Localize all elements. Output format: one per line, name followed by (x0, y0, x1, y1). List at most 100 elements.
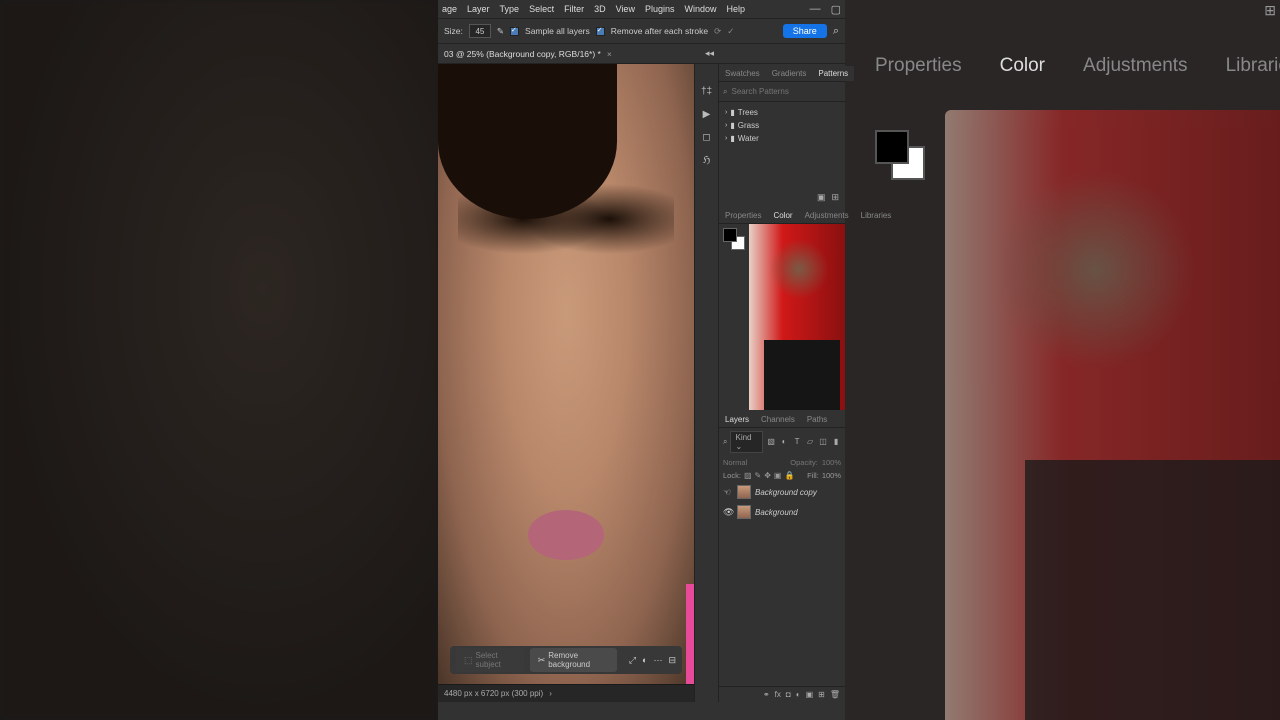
color-preview (749, 224, 845, 410)
collapse-panels-icon[interactable]: ◂◂ (705, 48, 714, 59)
scissors-icon: ✂ (538, 655, 546, 666)
remove-stroke-checkbox[interactable] (596, 27, 605, 36)
fx-icon[interactable]: fx (775, 690, 781, 699)
menu-bar: age Layer Type Select Filter 3D View Plu… (438, 0, 845, 18)
zoom-tab-libraries: Libraries (1226, 55, 1280, 77)
pressure-icon[interactable]: ⟳ (714, 26, 721, 37)
menu-layer[interactable]: Layer (467, 4, 490, 14)
status-bar: 4480 px x 6720 px (300 ppi) › (438, 684, 694, 702)
filter-type-icon[interactable]: T (792, 437, 802, 448)
brush-icon[interactable]: ✎ (497, 26, 504, 37)
menu-help[interactable]: Help (727, 4, 746, 14)
tab-properties[interactable]: Properties (719, 208, 767, 223)
fill-value[interactable]: 100% (822, 471, 841, 480)
search-patterns-icon: ⌕ (723, 87, 727, 97)
lock-label: Lock: (723, 471, 741, 480)
menu-image[interactable]: age (442, 4, 457, 14)
more-icon[interactable]: ⋯ (653, 655, 662, 666)
layer-list: ☜ Background copy 👁 Background (719, 482, 845, 686)
fill-label: Fill: (807, 471, 819, 480)
close-tab-icon[interactable]: × (607, 49, 612, 59)
group-icon[interactable]: ▣ (806, 690, 814, 699)
fg-color-swatch[interactable] (723, 228, 737, 242)
lock-all-icon[interactable]: 🔒 (784, 471, 794, 480)
folder-grass[interactable]: ›▮Grass (721, 119, 843, 132)
lock-paint-icon[interactable]: ✎ (755, 471, 762, 480)
menu-type[interactable]: Type (500, 4, 520, 14)
visibility-icon[interactable]: 👁 (723, 507, 733, 518)
remove-background-button[interactable]: ✂Remove background (530, 648, 617, 672)
dock-icon-4[interactable]: ℌ (703, 155, 711, 166)
new-folder-icon[interactable]: ▣ (817, 192, 826, 203)
sample-all-checkbox[interactable] (510, 27, 519, 36)
dock-icon-1[interactable]: †‡ (701, 86, 712, 97)
share-button[interactable]: Share (783, 24, 827, 38)
lock-transparent-icon[interactable]: ▨ (744, 471, 752, 480)
tab-paths[interactable]: Paths (801, 412, 833, 427)
menu-filter[interactable]: Filter (564, 4, 584, 14)
layer-thumbnail[interactable] (737, 505, 751, 519)
filter-shape-icon[interactable]: ▱ (805, 437, 815, 448)
filter-adjust-icon[interactable]: ◐ (779, 437, 789, 448)
patterns-panel-tabs: Swatches Gradients Patterns (719, 64, 845, 82)
menu-window[interactable]: Window (684, 4, 716, 14)
color-swatches[interactable] (723, 228, 745, 250)
zoom-tab-adjustments: Adjustments (1083, 55, 1188, 77)
visibility-icon[interactable]: ☜ (723, 487, 733, 498)
remove-stroke-label: Remove after each stroke (611, 26, 708, 36)
folder-water[interactable]: ›▮Water (721, 132, 843, 145)
tab-color[interactable]: Color (767, 208, 798, 223)
lock-artboard-icon[interactable]: ▣ (774, 471, 782, 480)
layer-row[interactable]: 👁 Background (719, 502, 845, 522)
delete-icon[interactable]: 🗑 (830, 690, 840, 699)
filter-search-icon[interactable]: ⌕ (723, 437, 727, 447)
dock-icon-2[interactable]: ▶ (703, 109, 711, 120)
tab-patterns[interactable]: Patterns (812, 66, 854, 81)
collapse-icon[interactable]: ⊟ (668, 655, 676, 666)
transform-icon[interactable]: ⤢ (629, 655, 636, 666)
menu-3d[interactable]: 3D (594, 4, 606, 14)
tab-channels[interactable]: Channels (755, 412, 801, 427)
link-layers-icon[interactable]: ⚭ (763, 690, 770, 699)
filter-pixel-icon[interactable]: ▧ (766, 437, 776, 448)
opacity-label: Opacity: (790, 458, 818, 467)
blend-mode-dropdown[interactable]: Normal (723, 458, 747, 467)
tab-libraries[interactable]: Libraries (855, 208, 898, 223)
search-patterns-input[interactable] (731, 87, 841, 96)
filter-toggle-icon[interactable]: ▮ (831, 437, 841, 448)
zoom-tab-color: Color (1000, 55, 1045, 77)
dock-icon-3[interactable]: ◻ (702, 132, 710, 143)
menu-plugins[interactable]: Plugins (645, 4, 675, 14)
maximize-icon[interactable]: ▢ (831, 3, 841, 16)
adjustment-icon[interactable]: ◐ (796, 690, 801, 699)
filter-smart-icon[interactable]: ◫ (818, 437, 828, 448)
canvas[interactable]: ⬚Select subject ✂Remove background ⤢ ◐ ⋯… (438, 64, 694, 684)
adjust-icon[interactable]: ◐ (642, 655, 647, 665)
tab-swatches[interactable]: Swatches (719, 66, 766, 81)
layer-row[interactable]: ☜ Background copy (719, 482, 845, 502)
filter-kind-dropdown[interactable]: Kind ⌄ (730, 431, 763, 453)
lock-position-icon[interactable]: ✥ (764, 471, 771, 480)
panels-column: Swatches Gradients Patterns ⌕ ›▮Trees ›▮… (718, 64, 845, 702)
new-pattern-icon[interactable]: ⊞ (831, 192, 839, 203)
mask-icon[interactable]: ◘ (786, 690, 791, 699)
tab-gradients[interactable]: Gradients (766, 66, 813, 81)
layer-name[interactable]: Background copy (755, 488, 817, 497)
tab-layers[interactable]: Layers (719, 412, 755, 427)
minimize-icon[interactable]: — (810, 3, 821, 16)
document-tab[interactable]: 03 @ 25% (Background copy, RGB/16*) * × (438, 44, 845, 64)
new-layer-icon[interactable]: ⊞ (818, 690, 825, 699)
size-input[interactable] (469, 24, 491, 38)
layer-thumbnail[interactable] (737, 485, 751, 499)
tab-adjustments[interactable]: Adjustments (799, 208, 855, 223)
menu-select[interactable]: Select (529, 4, 554, 14)
caret-icon: › (725, 109, 727, 116)
search-icon[interactable]: ⌕ (833, 25, 839, 38)
select-subject-button[interactable]: ⬚Select subject (456, 648, 524, 672)
commit-icon[interactable]: ✓ (727, 26, 734, 37)
menu-view[interactable]: View (616, 4, 635, 14)
folder-trees[interactable]: ›▮Trees (721, 106, 843, 119)
opacity-value[interactable]: 100% (822, 458, 841, 467)
layer-name[interactable]: Background (755, 508, 798, 517)
status-caret-icon[interactable]: › (549, 689, 552, 698)
